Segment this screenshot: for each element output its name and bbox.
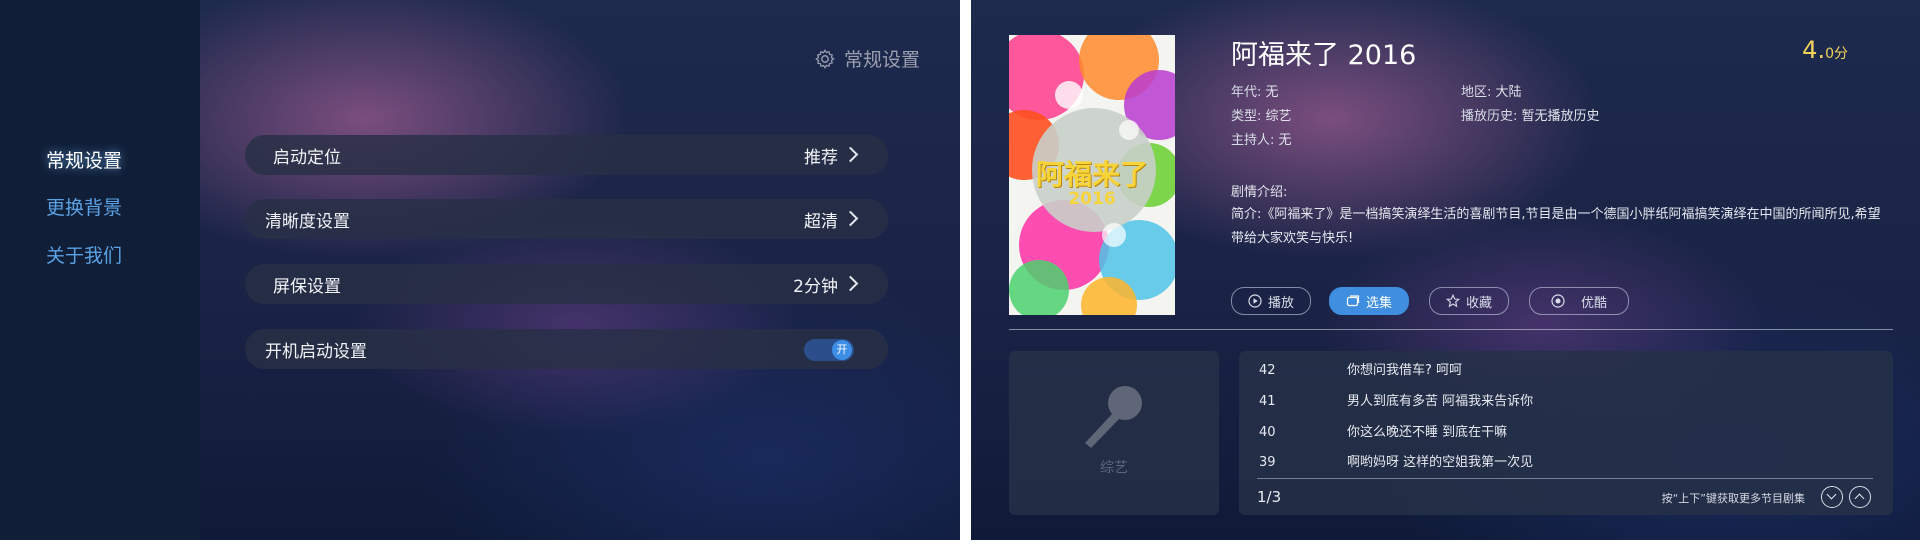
chevron-right-icon <box>842 275 859 292</box>
chevron-right-icon <box>842 146 859 163</box>
list-divider <box>1257 478 1873 479</box>
meta-year: 年代: 无 <box>1231 81 1279 100</box>
meta-host: 主持人: 无 <box>1231 129 1292 148</box>
poster-title: 阿福来了 <box>1035 158 1148 191</box>
setting-label: 屏保设置 <box>273 276 341 297</box>
toggle-knob: 开 <box>832 340 852 360</box>
source-icon <box>1551 294 1565 308</box>
episode-number: 40 <box>1259 425 1276 440</box>
source-button-label: 优酷 <box>1580 295 1607 311</box>
meta-value: 大陆 <box>1495 85 1522 100</box>
episodes-button-label: 选集 <box>1365 295 1392 311</box>
play-circle-icon <box>1248 294 1262 308</box>
navigation-hint: 按“上下”键获取更多节目剧集 <box>1661 492 1805 505</box>
rating-suffix: 0分 <box>1825 46 1848 62</box>
autostart-toggle[interactable]: 开 <box>804 339 854 361</box>
microphone-icon <box>1085 386 1142 448</box>
list-item[interactable]: 40 你这么晚还不睡 到底在干嘛 <box>1259 421 1507 440</box>
list-item[interactable]: 41 男人到底有多苦 阿福我来告诉你 <box>1259 390 1533 409</box>
page-title: 常规设置 <box>814 45 920 72</box>
detail-screen: 阿福来了 2016 阿福来了 2016 4.0分 年代: 无 地区: 大陆 类型… <box>971 0 1920 540</box>
page-indicator: 1/3 <box>1257 488 1282 506</box>
chevron-up-icon <box>1854 493 1865 504</box>
favorite-button[interactable]: 收藏 <box>1429 287 1509 315</box>
meta-value: 无 <box>1265 85 1279 100</box>
meta-key: 主持人: <box>1231 133 1275 148</box>
list-item[interactable]: 39 啊哟妈呀 这样的空姐我第一次见 <box>1259 451 1533 470</box>
star-icon <box>1445 294 1460 308</box>
meta-key: 年代: <box>1231 85 1262 100</box>
episode-number: 41 <box>1259 394 1276 409</box>
settings-sidebar: 常规设置 更换背景 关于我们 <box>0 0 200 540</box>
meta-type: 类型: 综艺 <box>1231 105 1292 124</box>
synopsis-label: 剧情介绍: <box>1231 185 1288 200</box>
favorite-button-label: 收藏 <box>1465 295 1492 311</box>
sidebar-item-general[interactable]: 常规设置 <box>46 146 122 173</box>
poster-image[interactable]: 阿福来了 2016 <box>1009 35 1175 315</box>
meta-value: 暂无播放历史 <box>1521 109 1600 124</box>
show-title: 阿福来了 2016 <box>1231 40 1417 71</box>
setting-label: 清晰度设置 <box>265 211 350 232</box>
synopsis-text: 简介:《阿福来了》是一档搞笑演绎生活的喜剧节目,节目是由一个德国小胖纸阿福搞笑演… <box>1231 207 1881 246</box>
meta-region: 地区: 大陆 <box>1461 81 1522 100</box>
category-label: 综艺 <box>1100 460 1128 476</box>
setting-label: 开机启动设置 <box>265 341 367 362</box>
page-down-button[interactable] <box>1821 486 1843 508</box>
poster-year: 2016 <box>1068 189 1116 209</box>
episode-title: 你这么晚还不睡 到底在干嘛 <box>1347 425 1508 440</box>
meta-value: 无 <box>1278 133 1292 148</box>
rating-value: 4. <box>1802 36 1826 64</box>
list-item[interactable]: 42 你想问我借车? 呵呵 <box>1259 359 1462 378</box>
rating: 4.0分 <box>1802 36 1848 64</box>
play-button[interactable]: 播放 <box>1231 287 1311 315</box>
play-button-label: 播放 <box>1267 295 1294 311</box>
meta-key: 类型: <box>1231 109 1262 124</box>
setting-row-startup-location[interactable]: 启动定位 推荐 <box>245 135 888 175</box>
page-title-text: 常规设置 <box>843 49 920 71</box>
episodes-icon <box>1346 295 1360 307</box>
episode-title: 啊哟妈呀 这样的空姐我第一次见 <box>1347 455 1534 470</box>
sidebar-item-background[interactable]: 更换背景 <box>46 193 122 220</box>
episode-list: 42 你想问我借车? 呵呵 41 男人到底有多苦 阿福我来告诉你 40 你这么晚还不睡… <box>1239 351 1893 515</box>
chevron-right-icon <box>842 210 859 227</box>
gear-icon <box>815 48 835 69</box>
setting-value: 2分钟 <box>793 276 838 297</box>
setting-value: 推荐 <box>804 147 838 168</box>
episodes-button[interactable]: 选集 <box>1329 287 1409 315</box>
meta-key: 播放历史: <box>1461 109 1518 124</box>
sidebar-item-about[interactable]: 关于我们 <box>46 241 122 268</box>
setting-label: 启动定位 <box>273 147 341 168</box>
chevron-down-icon <box>1826 489 1837 500</box>
episode-title: 你想问我借车? 呵呵 <box>1347 363 1463 378</box>
episode-number: 39 <box>1259 455 1276 470</box>
meta-key: 地区: <box>1461 85 1492 100</box>
page-up-button[interactable] <box>1849 486 1871 508</box>
setting-row-screensaver[interactable]: 屏保设置 2分钟 <box>245 264 888 304</box>
meta-history: 播放历史: 暂无播放历史 <box>1461 105 1600 124</box>
setting-row-autostart[interactable]: 开机启动设置 开 <box>245 329 888 369</box>
meta-value: 综艺 <box>1265 109 1292 124</box>
settings-screen: 常规设置 更换背景 关于我们 常规设置 启动定位 推荐 清晰度设置 超清 屏保设… <box>0 0 960 540</box>
category-card: 综艺 <box>1009 351 1219 515</box>
episode-title: 男人到底有多苦 阿福我来告诉你 <box>1347 394 1534 409</box>
episode-number: 42 <box>1259 363 1276 378</box>
source-button[interactable]: 优酷 <box>1529 287 1629 315</box>
setting-row-resolution[interactable]: 清晰度设置 超清 <box>245 199 888 239</box>
setting-value: 超清 <box>804 211 838 232</box>
section-divider <box>1009 329 1893 330</box>
